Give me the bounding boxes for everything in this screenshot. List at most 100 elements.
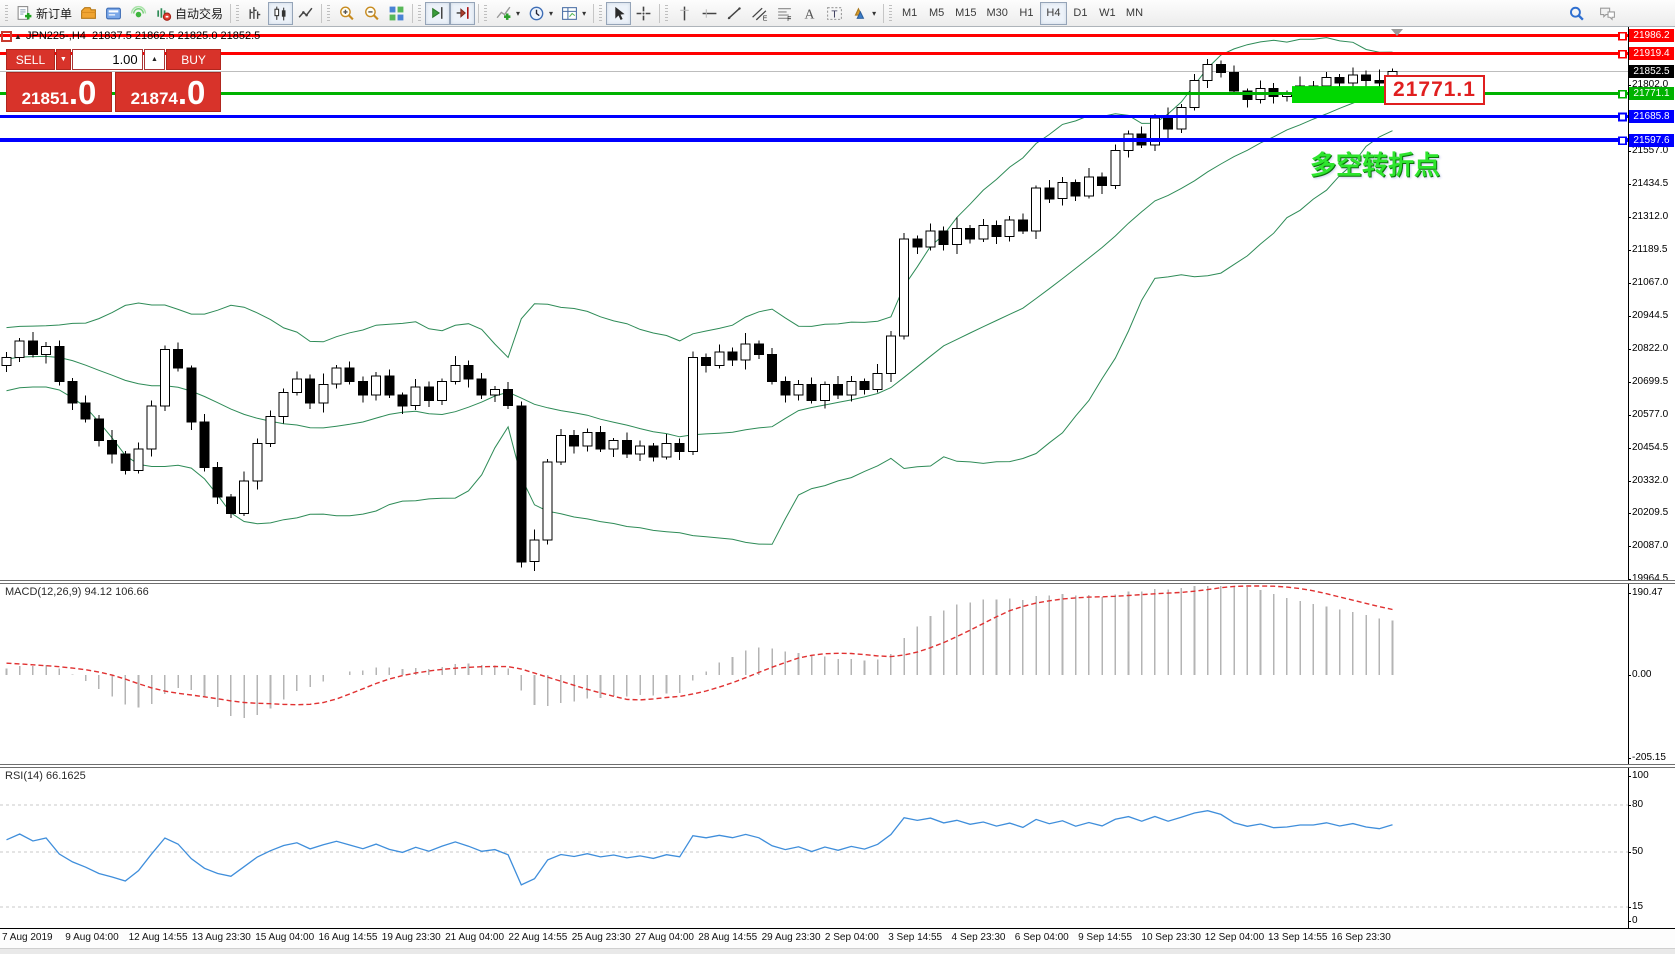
status-strip bbox=[0, 948, 1675, 954]
timeframe-button-mn[interactable]: MN bbox=[1121, 2, 1148, 25]
collapse-panel-caret[interactable]: ▲ bbox=[14, 32, 22, 41]
time-axis-label: 25 Aug 23:30 bbox=[572, 932, 631, 943]
toolbar-button-line-chart[interactable] bbox=[293, 2, 318, 25]
toolbar-button-tile-windows[interactable] bbox=[384, 2, 409, 25]
toolbar-grip[interactable] bbox=[599, 5, 602, 21]
toolbar-button-text[interactable]: A bbox=[797, 2, 822, 25]
toolbar-button-arrows[interactable]: ▾ bbox=[847, 2, 880, 25]
toolbar-button-trendline[interactable] bbox=[722, 2, 747, 25]
toolbar-button-profiles[interactable] bbox=[76, 2, 101, 25]
toolbar-grip[interactable] bbox=[889, 5, 892, 21]
timeframe-button-m1[interactable]: M1 bbox=[896, 2, 923, 25]
text-icon: A bbox=[801, 5, 818, 22]
sell-button[interactable]: SELL bbox=[6, 49, 55, 70]
toolbar-button-channel[interactable]: E bbox=[747, 2, 772, 25]
toolbar-button-bar-chart[interactable] bbox=[243, 2, 268, 25]
lot-increase-button[interactable]: ▲ bbox=[144, 49, 166, 70]
trendline-icon bbox=[726, 5, 743, 22]
hline-icon bbox=[701, 5, 718, 22]
price-axis-badge: 21771.1 bbox=[1629, 87, 1674, 100]
autotrading-icon bbox=[155, 5, 172, 22]
toolbar-button-label[interactable]: T bbox=[822, 2, 847, 25]
timeframe-button-w1[interactable]: W1 bbox=[1094, 2, 1121, 25]
toolbar-separator bbox=[659, 4, 660, 23]
dropdown-arrow-icon: ▾ bbox=[582, 9, 586, 18]
lot-size-input[interactable] bbox=[72, 49, 143, 70]
time-axis-label: 9 Sep 14:55 bbox=[1078, 932, 1132, 943]
timeframe-button-m30[interactable]: M30 bbox=[982, 2, 1013, 25]
time-axis-label: 6 Sep 04:00 bbox=[1015, 932, 1069, 943]
toolbar-separator bbox=[883, 4, 884, 23]
toolbar-grip[interactable] bbox=[236, 5, 239, 21]
toolbar-button-fibonacci[interactable]: F bbox=[772, 2, 797, 25]
toolbar-button-search[interactable] bbox=[1564, 2, 1589, 25]
toolbar-button-chat[interactable] bbox=[1595, 2, 1620, 25]
price-axis[interactable]: 21802.021557.021434.521312.021189.521067… bbox=[1629, 27, 1675, 928]
cursor-icon bbox=[610, 5, 627, 22]
toolbar-button-new-order[interactable]: 新订单 bbox=[12, 2, 76, 25]
dropdown-arrow-icon: ▾ bbox=[872, 9, 876, 18]
price-axis-tick: 20822.0 bbox=[1632, 343, 1668, 354]
timeframe-button-d1[interactable]: D1 bbox=[1067, 2, 1094, 25]
chart-window-icon bbox=[1, 31, 12, 42]
time-axis-label: 16 Sep 23:30 bbox=[1331, 932, 1391, 943]
toolbar-button-periods[interactable]: ▾ bbox=[524, 2, 557, 25]
time-axis-label: 2 Sep 04:00 bbox=[825, 932, 879, 943]
time-axis[interactable]: 7 Aug 20199 Aug 04:0012 Aug 14:5513 Aug … bbox=[0, 928, 1675, 949]
toolbar-grip[interactable] bbox=[484, 5, 487, 21]
time-axis-label: 27 Aug 04:00 bbox=[635, 932, 694, 943]
templates-icon bbox=[561, 5, 578, 22]
sell-price-button[interactable]: 21851.0 bbox=[6, 72, 112, 112]
toolbar-button-indicators[interactable]: ▾ bbox=[491, 2, 524, 25]
chart-annotation-text[interactable]: 多空转折点 bbox=[1310, 145, 1440, 182]
crosshair-icon bbox=[635, 5, 652, 22]
toolbar-button-hline[interactable] bbox=[697, 2, 722, 25]
periods-icon bbox=[528, 5, 545, 22]
toolbar-grip[interactable] bbox=[327, 5, 330, 21]
zoom-in-icon bbox=[338, 5, 355, 22]
timeframe-button-h4[interactable]: H4 bbox=[1040, 2, 1067, 25]
toolbar-grip[interactable] bbox=[665, 5, 668, 21]
toolbar-grip[interactable] bbox=[5, 5, 8, 21]
rsi-pane-canvas[interactable] bbox=[0, 768, 1628, 928]
lot-decrease-button[interactable]: ▼ bbox=[56, 49, 71, 70]
buy-button[interactable]: BUY bbox=[166, 49, 221, 70]
price-axis-tick: 21189.5 bbox=[1632, 244, 1667, 255]
svg-text:A: A bbox=[805, 6, 815, 21]
toolbar-button-templates[interactable]: ▾ bbox=[557, 2, 590, 25]
pane-separator[interactable] bbox=[0, 580, 1675, 584]
time-axis-label: 9 Aug 04:00 bbox=[65, 932, 118, 943]
dropdown-arrow-icon: ▾ bbox=[516, 9, 520, 18]
arrows-icon bbox=[851, 5, 868, 22]
timeframe-button-m15[interactable]: M15 bbox=[950, 2, 981, 25]
chart-title: JPN225-,H4 21837.5 21862.5 21825.0 21852… bbox=[26, 30, 260, 42]
time-axis-label: 13 Sep 14:55 bbox=[1268, 932, 1328, 943]
toolbar-button-autotrading[interactable]: 自动交易 bbox=[151, 2, 227, 25]
new-order-icon bbox=[16, 5, 33, 22]
macd-pane-canvas[interactable] bbox=[0, 584, 1628, 764]
toolbar-button-signal[interactable] bbox=[126, 2, 151, 25]
macd-axis-tick: 0.00 bbox=[1632, 669, 1651, 680]
timeframe-button-m5[interactable]: M5 bbox=[923, 2, 950, 25]
toolbar-button-zoom-out[interactable] bbox=[359, 2, 384, 25]
one-click-trade-panel: SELL ▼ ▲ BUY 21851.0 21874.0 bbox=[6, 49, 221, 112]
toolbar-button-zoom-in[interactable] bbox=[334, 2, 359, 25]
rsi-axis-tick: 15 bbox=[1632, 901, 1643, 912]
buy-price-button[interactable]: 21874.0 bbox=[115, 72, 221, 112]
sell-price-frac: .0 bbox=[69, 75, 97, 111]
toolbar-grip[interactable] bbox=[418, 5, 421, 21]
price-axis-tick: 20699.5 bbox=[1632, 376, 1668, 387]
toolbar-button-chart-shift[interactable] bbox=[450, 2, 475, 25]
toolbar-button-candlestick[interactable] bbox=[268, 2, 293, 25]
timeframe-button-h1[interactable]: H1 bbox=[1013, 2, 1040, 25]
toolbar-button-cursor[interactable] bbox=[606, 2, 631, 25]
main-chart-canvas[interactable] bbox=[0, 27, 1628, 580]
toolbar-button-crosshair[interactable] bbox=[631, 2, 656, 25]
toolbar-button-vline[interactable] bbox=[672, 2, 697, 25]
toolbar-button-editor[interactable] bbox=[101, 2, 126, 25]
price-tag-label[interactable]: 21771.1 bbox=[1384, 75, 1485, 105]
price-axis-badge: 21597.6 bbox=[1629, 134, 1674, 147]
toolbar-button-auto-scroll[interactable] bbox=[425, 2, 450, 25]
toolbar-separator bbox=[412, 4, 413, 23]
pane-separator[interactable] bbox=[0, 764, 1675, 768]
